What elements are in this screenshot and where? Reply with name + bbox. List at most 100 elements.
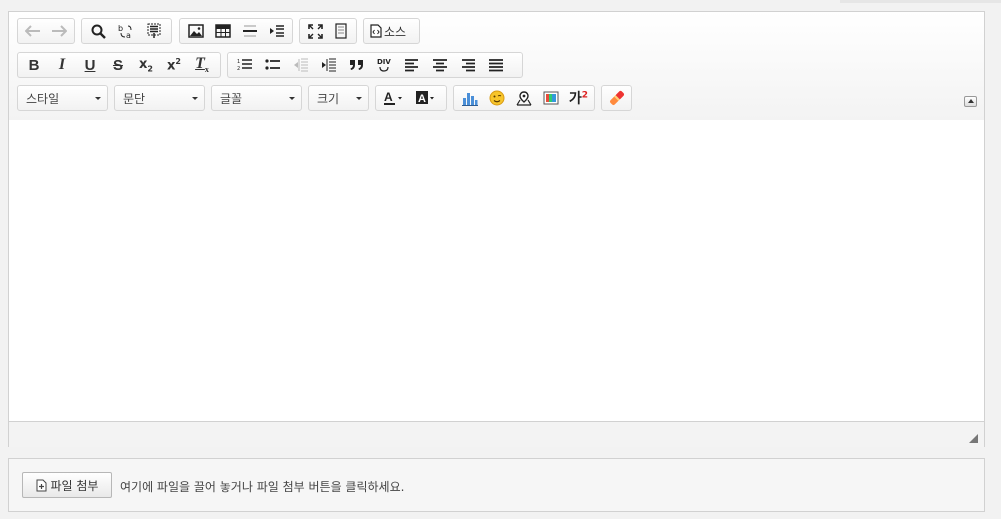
undo-button[interactable]: [20, 20, 46, 42]
image-button[interactable]: [182, 20, 209, 42]
style-combo-label: 스타일: [26, 91, 60, 106]
maximize-icon: [307, 23, 323, 39]
indent-block-button[interactable]: [263, 20, 290, 42]
editor-toolbar: ba 소스 B I U S x2 x2 Tx 1 2 DIV 스타일 문단 글꼴…: [9, 12, 984, 121]
font-size-combo[interactable]: 크기: [308, 85, 369, 111]
superscript-text-char: 가: [568, 91, 582, 107]
remove-format-button[interactable]: Tx: [188, 54, 216, 76]
redo-icon: [52, 25, 67, 37]
svg-text:2: 2: [237, 66, 240, 72]
smiley-icon: [489, 90, 505, 106]
align-left-button[interactable]: [398, 54, 426, 76]
background-color-button[interactable]: A: [410, 87, 442, 109]
italic-icon: I: [58, 56, 66, 73]
align-center-icon: [433, 58, 447, 71]
background-color-icon: A: [416, 91, 434, 105]
justify-icon: [489, 58, 503, 71]
source-icon: [370, 24, 382, 38]
editor-content-area[interactable]: [9, 120, 984, 421]
superscript-button[interactable]: x2: [160, 54, 188, 76]
paragraph-format-combo[interactable]: 문단: [114, 85, 205, 111]
resize-handle-icon[interactable]: [969, 434, 978, 443]
map-button[interactable]: [510, 87, 537, 109]
extra-group: [601, 85, 632, 111]
strikethrough-button[interactable]: S: [104, 54, 132, 76]
page-break-icon: [269, 25, 284, 37]
bold-icon: B: [28, 56, 40, 74]
find-group: ba: [81, 18, 172, 44]
outdent-button[interactable]: [286, 54, 314, 76]
align-center-button[interactable]: [426, 54, 454, 76]
rich-text-editor: ba 소스 B I U S x2 x2 Tx 1 2 DIV 스타일 문단 글꼴…: [8, 11, 985, 447]
attach-file-label: 파일 첨부: [50, 478, 99, 493]
text-color-icon: A: [384, 90, 402, 105]
replace-icon: ba: [118, 24, 132, 39]
underline-button[interactable]: U: [76, 54, 104, 76]
chevron-down-icon: [356, 96, 362, 100]
eraser-button[interactable]: [604, 87, 629, 109]
div-container-button[interactable]: DIV: [370, 54, 398, 76]
table-icon: [214, 24, 231, 38]
superscript-icon: x2: [167, 56, 181, 74]
indent-button[interactable]: [314, 54, 342, 76]
svg-text:A: A: [418, 93, 426, 105]
select-all-button[interactable]: [140, 20, 168, 42]
italic-button[interactable]: I: [48, 54, 76, 76]
bold-button[interactable]: B: [20, 54, 48, 76]
horizontal-rule-icon: [242, 25, 257, 37]
div-icon: DIV: [377, 58, 391, 72]
text-color-button[interactable]: A: [378, 87, 410, 109]
svg-text:1: 1: [237, 59, 240, 65]
table-button[interactable]: [209, 20, 236, 42]
find-button[interactable]: [84, 20, 112, 42]
numbered-list-button[interactable]: 12: [230, 54, 258, 76]
replace-button[interactable]: ba: [112, 20, 140, 42]
redo-button[interactable]: [46, 20, 72, 42]
colors-group: A A: [375, 85, 447, 111]
align-right-button[interactable]: [454, 54, 482, 76]
image-icon: [187, 24, 204, 38]
bulleted-list-icon: [264, 59, 280, 70]
subscript-icon: x2: [139, 56, 153, 74]
svg-text:b: b: [118, 24, 123, 33]
paragraph-combo-label: 문단: [123, 91, 146, 106]
basic-styles-group: B I U S x2 x2 Tx: [17, 52, 221, 78]
show-blocks-icon: [335, 23, 347, 39]
bulleted-list-button[interactable]: [258, 54, 286, 76]
collapse-toolbar-button[interactable]: [964, 96, 977, 107]
align-right-icon: [462, 58, 475, 71]
file-attachment-area[interactable]: 파일 첨부 여기에 파일을 끌어 놓거나 파일 첨부 버튼을 클릭하세요.: [8, 458, 985, 512]
undo-icon: [25, 25, 40, 37]
attach-file-button[interactable]: 파일 첨부: [22, 472, 112, 498]
source-button[interactable]: 소스: [366, 20, 410, 42]
chart-button[interactable]: [456, 87, 483, 109]
map-pin-icon: [516, 90, 532, 106]
style-combo[interactable]: 스타일: [17, 85, 108, 111]
insert-group: [179, 18, 293, 44]
maximize-button[interactable]: [302, 20, 328, 42]
quote-icon: [349, 60, 363, 70]
attachment-hint: 여기에 파일을 끌어 놓거나 파일 첨부 버튼을 클릭하세요.: [120, 480, 405, 494]
svg-text:A: A: [384, 90, 393, 104]
font-combo-label: 글꼴: [220, 91, 243, 106]
blockquote-button[interactable]: [342, 54, 370, 76]
strikethrough-icon: S: [112, 56, 123, 74]
font-combo[interactable]: 글꼴: [211, 85, 302, 111]
add-file-icon: [36, 479, 46, 491]
show-blocks-button[interactable]: [328, 20, 354, 42]
chevron-down-icon: [192, 96, 198, 100]
justify-button[interactable]: [482, 54, 510, 76]
media-button[interactable]: [538, 87, 565, 109]
select-all-icon: [147, 23, 161, 38]
superscript-text-button[interactable]: 가2: [565, 87, 592, 109]
indent-icon: [321, 58, 336, 72]
underline-icon: U: [84, 56, 96, 74]
svg-text:a: a: [126, 31, 131, 39]
plugins-group: 가2: [453, 85, 595, 111]
superscript-text-num: 2: [581, 90, 588, 101]
align-left-icon: [405, 58, 418, 71]
horizontal-rule-button[interactable]: [236, 20, 263, 42]
subscript-button[interactable]: x2: [132, 54, 160, 76]
emoji-button[interactable]: [483, 87, 510, 109]
undo-redo-group: [17, 18, 75, 44]
